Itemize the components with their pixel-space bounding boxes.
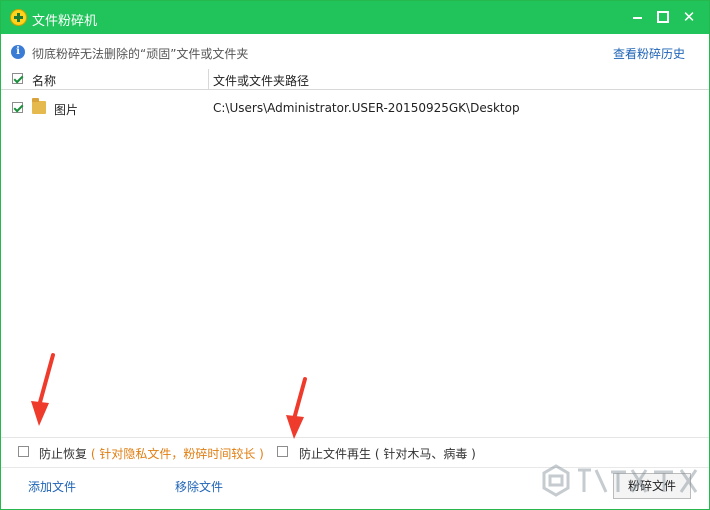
info-icon: i (11, 45, 25, 59)
select-all-checkbox[interactable] (12, 73, 23, 84)
info-bar: i 彻底粉碎无法删除的“顽固”文件或文件夹 查看粉碎历史 (1, 34, 709, 70)
file-path: C:\Users\Administrator.USER-20150925GK\D… (213, 101, 520, 115)
maximize-button[interactable] (653, 8, 673, 26)
prevent-recovery-note: ( 针对隐私文件，粉碎时间较长 ) (90, 447, 264, 461)
path-column-header[interactable]: 文件或文件夹路径 (213, 72, 309, 89)
name-column-header[interactable]: 名称 (32, 72, 56, 89)
watermark-logo (542, 464, 698, 497)
file-name: 图片 (54, 103, 79, 117)
column-separator[interactable] (208, 69, 209, 89)
window-title: 文件粉碎机 (32, 14, 98, 29)
prevent-regeneration-label: 防止文件再生 (299, 447, 372, 461)
prevent-recovery-label: 防止恢复 (39, 447, 88, 461)
prevent-regeneration-option[interactable]: 防止文件再生 ( 针对木马、病毒 ) (299, 445, 476, 462)
close-icon: ✕ (682, 8, 696, 26)
file-row-checkbox[interactable] (12, 102, 23, 113)
minimize-icon (632, 17, 642, 19)
file-shredder-window: 文件粉碎机 ✕ i 彻底粉碎无法删除的“顽固”文件或文件夹 查看粉碎历史 名称 … (0, 0, 710, 510)
remove-file-link[interactable]: 移除文件 (175, 478, 223, 495)
shredder-app-icon (10, 9, 27, 26)
options-divider (1, 437, 709, 438)
file-table-header (1, 69, 709, 90)
info-text: 彻底粉碎无法删除的“顽固”文件或文件夹 (32, 47, 249, 61)
title-bar[interactable]: 文件粉碎机 ✕ (1, 1, 709, 34)
close-button[interactable]: ✕ (679, 8, 699, 26)
red-arrow-right (286, 377, 307, 439)
prevent-regeneration-checkbox[interactable] (277, 446, 288, 457)
prevent-recovery-checkbox[interactable] (18, 446, 29, 457)
prevent-regeneration-note: ( 针对木马、病毒 ) (374, 447, 476, 461)
prevent-recovery-option[interactable]: 防止恢复 ( 针对隐私文件，粉碎时间较长 ) (39, 445, 264, 462)
view-shred-history-link[interactable]: 查看粉碎历史 (613, 45, 685, 62)
red-arrow-left (31, 353, 55, 426)
minimize-button[interactable] (627, 8, 647, 26)
folder-icon (32, 98, 46, 114)
maximize-icon (657, 11, 669, 23)
add-file-link[interactable]: 添加文件 (28, 478, 76, 495)
